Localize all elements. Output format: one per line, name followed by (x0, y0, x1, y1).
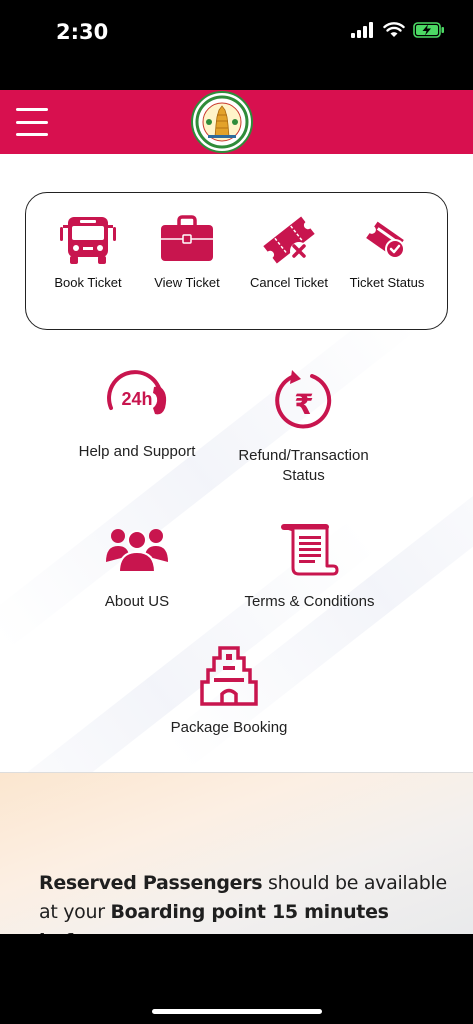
app-header (0, 90, 473, 154)
cancel-ticket-label: Cancel Ticket (249, 275, 329, 290)
banner-bold-1: Reserved Passengers (39, 872, 263, 894)
announcement-banner[interactable]: Reserved Passengers should be available … (0, 772, 473, 934)
help-support-button[interactable]: 24h Help and Support (62, 368, 212, 462)
rupee-text: ₹ (294, 388, 313, 421)
package-booking-label: Package Booking (170, 719, 288, 736)
wifi-icon (383, 22, 405, 37)
bus-icon (60, 217, 116, 264)
status-bar: 2:30 (0, 0, 473, 90)
book-ticket-label: Book Ticket (54, 275, 122, 290)
terms-conditions-label: Terms & Conditions (244, 593, 375, 610)
ticket-status-button[interactable]: Ticket Status (337, 215, 437, 290)
cancel-ticket-button[interactable]: Cancel Ticket (239, 215, 339, 290)
status-icons (351, 22, 445, 38)
menu-bar (16, 108, 48, 111)
signal-icon (351, 22, 373, 38)
refund-status-button[interactable]: ₹ Refund/Transaction Status (226, 368, 381, 486)
home-indicator[interactable] (152, 1009, 322, 1014)
scroll-document-icon (280, 524, 338, 576)
ticket-status-label: Ticket Status (349, 275, 425, 290)
about-us-button[interactable]: About US (62, 522, 212, 612)
banner-text-2: at your (39, 901, 111, 923)
briefcase-icon (161, 215, 213, 261)
temple-tower-icon (200, 646, 258, 706)
status-time: 2:30 (56, 20, 109, 44)
view-ticket-label: View Ticket (154, 275, 220, 290)
menu-bar (16, 133, 48, 136)
ticket-status-icon (366, 221, 405, 259)
battery-charging-icon (413, 22, 444, 38)
refund-label-line2: Status (282, 467, 325, 484)
ticket-card: Book Ticket View Ticket Cancel Ticket Ti… (25, 192, 448, 330)
terms-conditions-button[interactable]: Terms & Conditions (232, 522, 387, 612)
cancel-ticket-icon (263, 216, 315, 264)
book-ticket-button[interactable]: Book Ticket (38, 215, 138, 290)
emblem-logo (191, 91, 253, 153)
menu-bar (16, 120, 48, 124)
help-support-label: Help and Support (78, 443, 196, 460)
emblem-icon (195, 95, 249, 149)
rupee-refresh-icon: ₹ (274, 370, 331, 429)
view-ticket-button[interactable]: View Ticket (137, 215, 237, 290)
package-booking-button[interactable]: Package Booking (159, 646, 299, 738)
banner-text-1: should be available (262, 872, 447, 894)
menu-button[interactable] (16, 108, 48, 136)
group-icon (106, 529, 168, 573)
24h-text: 24h (121, 389, 152, 409)
banner-text: Reserved Passengers should be available … (39, 869, 459, 934)
about-us-label: About US (104, 593, 170, 610)
refund-label-line1: Refund/Transaction (238, 447, 369, 464)
24h-phone-icon: 24h (107, 370, 167, 415)
